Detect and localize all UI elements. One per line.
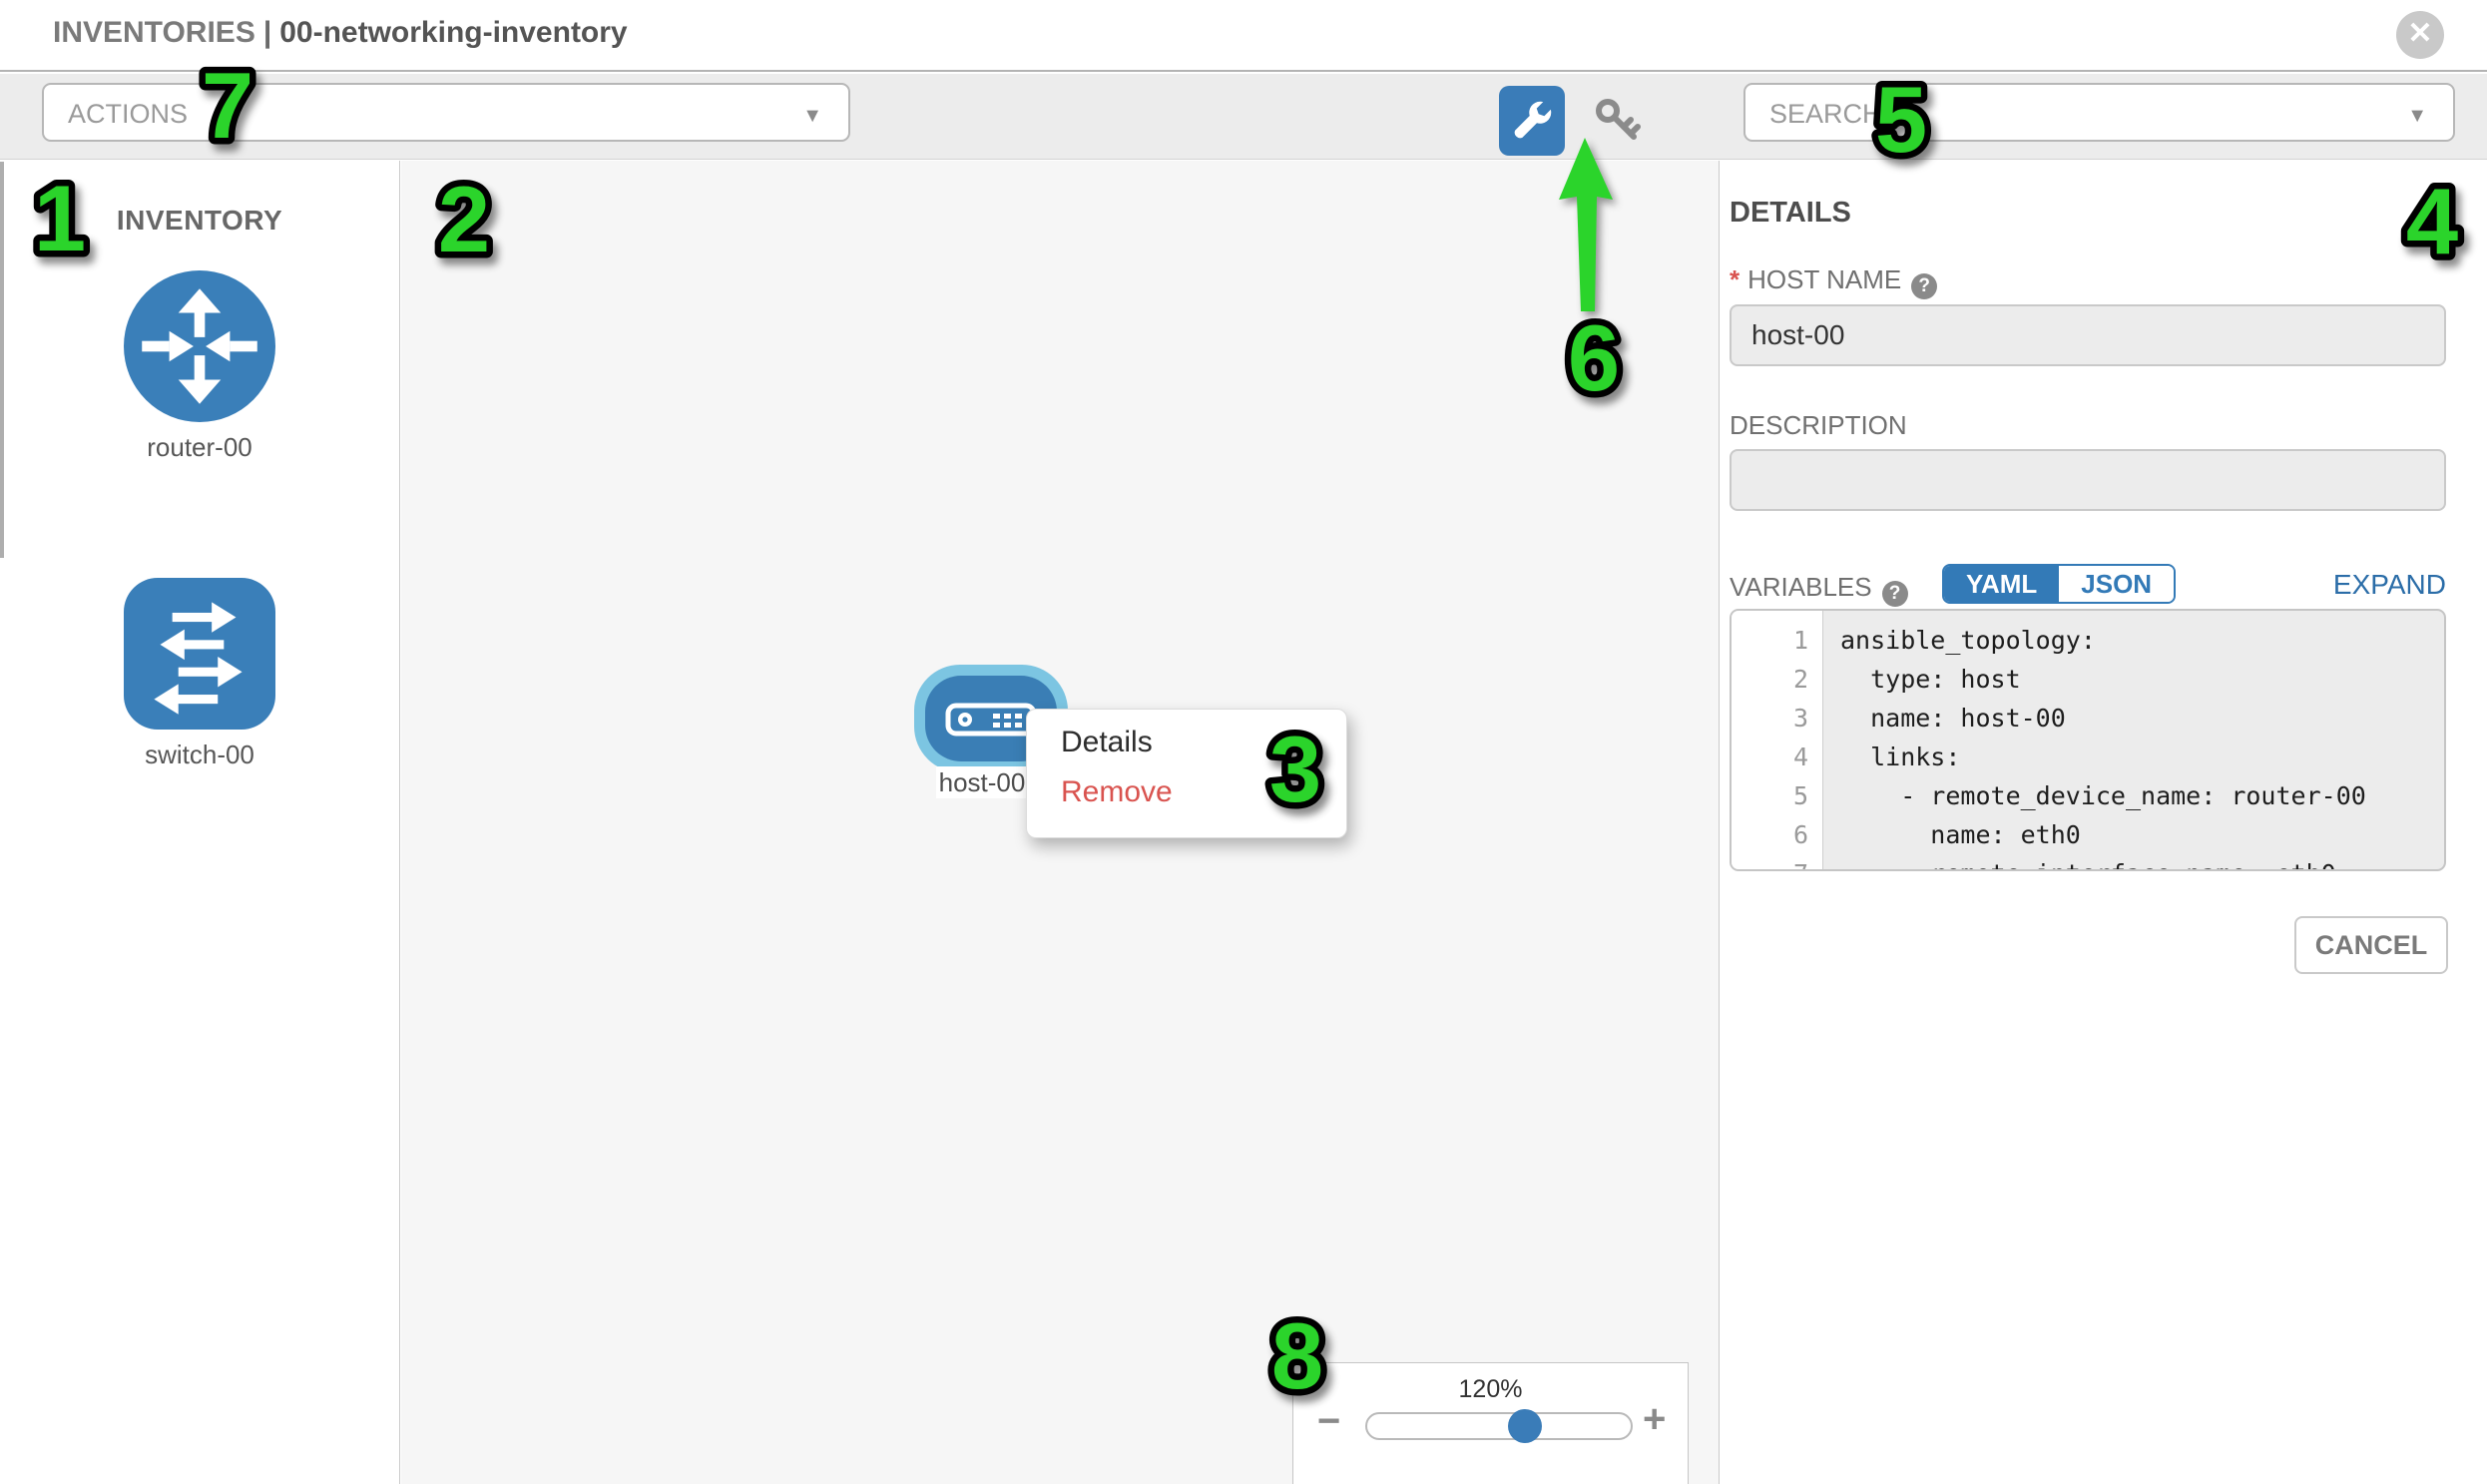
line-number: 3 [1732,699,1822,738]
inventory-name: 00-networking-inventory [279,16,627,49]
help-icon[interactable]: ? [1911,273,1937,299]
code-line: remote_interface_name: eth0 [1824,854,2444,871]
palette-item-router[interactable]: router-00 [0,270,399,463]
switch-icon [124,578,275,730]
details-panel-title: DETAILS [1730,197,1851,230]
search-dropdown[interactable]: SEARCH ▼ [1743,83,2455,142]
key-icon [1591,133,1643,150]
line-number: 2 [1732,660,1822,699]
zoom-in-icon[interactable]: + [1643,1397,1666,1442]
toggle-yaml[interactable]: YAML [1944,566,2059,602]
palette-item-label: router-00 [0,432,399,463]
header-bar: INVENTORIES|00-networking-inventory ✕ [0,0,2487,72]
code-line: - remote_device_name: router-00 [1824,776,2444,815]
topology-canvas[interactable]: host-00 Details Remove 120% − + [401,161,1719,1484]
description-field[interactable] [1730,449,2446,511]
toggle-json[interactable]: JSON [2059,566,2174,602]
code-line: name: eth0 [1824,815,2444,854]
page-title: INVENTORIES|00-networking-inventory [53,16,628,50]
router-icon [124,270,275,422]
context-menu-item-details[interactable]: Details [1061,726,1153,759]
line-number: 6 [1732,815,1822,854]
expand-link[interactable]: EXPAND [2333,569,2446,601]
code-line: links: [1824,738,2444,776]
toolbar: ACTIONS ▼ [0,74,2487,160]
actions-dropdown[interactable]: ACTIONS ▼ [42,83,850,142]
code-line: name: host-00 [1824,699,2444,738]
variables-row: VARIABLES? YAML JSON EXPAND [1730,564,2446,610]
variables-editor[interactable]: 1 2 3 4 5 6 7 ansible_topology: type: ho… [1730,609,2446,871]
cancel-button[interactable]: CANCEL [2294,916,2448,974]
line-number: 4 [1732,738,1822,776]
code-line: type: host [1824,660,2444,699]
app-window: INVENTORIES|00-networking-inventory ✕ AC… [0,0,2487,1484]
editor-gutter: 1 2 3 4 5 6 7 [1732,611,1823,869]
breadcrumb-root: INVENTORIES [53,16,255,49]
actions-dropdown-label: ACTIONS [68,99,188,130]
sidebar-title: INVENTORY [0,205,399,237]
zoom-slider-thumb[interactable] [1508,1409,1542,1443]
zoom-slider[interactable] [1365,1412,1633,1440]
chevron-down-icon: ▼ [802,105,822,128]
format-toggle: YAML JSON [1942,564,2176,604]
line-number: 7 [1732,854,1822,871]
node-context-menu: Details Remove [1026,709,1347,838]
line-number: 5 [1732,776,1822,815]
search-dropdown-label: SEARCH [1769,99,1882,130]
details-panel: DETAILS *HOST NAME? host-00 DESCRIPTION … [1719,161,2487,1484]
palette-item-switch[interactable]: switch-00 [0,578,399,770]
zoom-level: 120% [1293,1375,1688,1404]
tools-button[interactable] [1499,86,1565,156]
help-icon[interactable]: ? [1882,581,1908,607]
chevron-down-icon: ▼ [2407,105,2427,128]
zoom-out-icon[interactable]: − [1317,1399,1340,1444]
editor-code[interactable]: ansible_topology: type: host name: host-… [1824,611,2444,871]
description-label: DESCRIPTION [1730,410,1907,441]
zoom-control: 120% − + [1292,1362,1689,1484]
line-number: 1 [1732,621,1822,660]
inventory-sidebar: INVENTORY router-00 [0,161,400,1484]
host-name-field[interactable]: host-00 [1730,304,2446,366]
host-node-label: host-00 [936,766,1028,798]
code-line: ansible_topology: [1824,621,2444,660]
variables-label: VARIABLES? [1730,572,1908,607]
required-asterisk: * [1730,264,1740,294]
credentials-button[interactable] [1591,94,1643,146]
host-name-label: *HOST NAME? [1730,264,1937,299]
close-icon[interactable]: ✕ [2396,11,2444,59]
context-menu-item-remove[interactable]: Remove [1061,775,1173,809]
breadcrumb-separator: | [263,16,271,49]
palette-item-label: switch-00 [0,740,399,770]
